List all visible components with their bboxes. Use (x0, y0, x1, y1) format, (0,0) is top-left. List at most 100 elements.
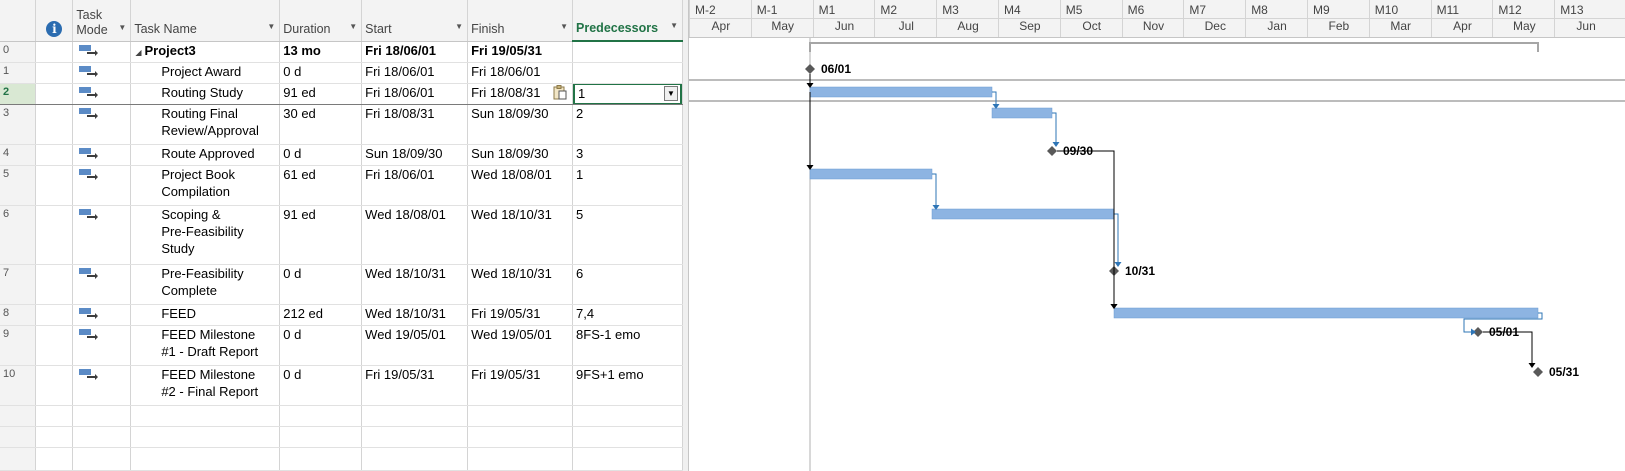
empty-cell[interactable] (467, 447, 574, 471)
row-number[interactable]: 6 (0, 205, 37, 265)
row-number[interactable]: 3 (0, 104, 37, 145)
chevron-down-icon[interactable]: ▼ (455, 18, 463, 35)
task-name-cell[interactable]: Pre-Feasibility Complete (130, 264, 281, 305)
row-number[interactable]: 4 (0, 144, 37, 166)
task-mode-cell[interactable] (72, 62, 132, 84)
predecessors-cell[interactable]: 1 (572, 165, 683, 206)
task-name-cell[interactable]: FEED Milestone #1 - Draft Report (130, 325, 281, 366)
row-number[interactable]: 5 (0, 165, 37, 206)
task-row[interactable]: 5 Project Book Compilation 61 ed Fri 18/06/… (0, 165, 683, 206)
empty-cell[interactable] (572, 405, 683, 427)
empty-cell[interactable] (130, 405, 281, 427)
predecessors-cell[interactable]: 7,4 (572, 304, 683, 326)
empty-cell[interactable] (361, 447, 469, 471)
finish-cell[interactable]: Sun 18/09/30 (467, 104, 574, 145)
predecessors-cell[interactable]: 2 (572, 104, 683, 145)
predecessors-cell[interactable]: 6 (572, 264, 683, 305)
finish-cell[interactable]: Wed 19/05/01 (467, 325, 574, 366)
empty-cell[interactable] (130, 447, 281, 471)
duration-cell[interactable]: 0 d (279, 325, 363, 366)
row-number[interactable]: 9 (0, 325, 37, 366)
task-mode-cell[interactable] (72, 365, 132, 406)
duration-cell[interactable]: 212 ed (279, 304, 363, 326)
collapse-triangle-icon[interactable]: ◢ (135, 48, 141, 57)
task-row[interactable]: 4 Route Approved 0 d Sun 18/09/30 Sun 18/09/… (0, 144, 683, 166)
finish-cell[interactable]: Sun 18/09/30 (467, 144, 574, 166)
task-row[interactable]: 10 FEED Milestone #2 - Final Report 0 d Fri… (0, 365, 683, 406)
task-name-cell[interactable]: Routing Final Review/Approval (130, 104, 281, 145)
empty-cell[interactable] (467, 405, 574, 427)
task-mode-cell[interactable] (72, 264, 132, 305)
start-cell[interactable]: Wed 18/10/31 (361, 264, 469, 305)
task-row[interactable]: 9 FEED Milestone #1 - Draft Report 0 d Wed … (0, 325, 683, 366)
task-name-header[interactable]: Task Name ▼ (130, 0, 281, 42)
row-number[interactable]: 10 (0, 365, 37, 406)
duration-cell[interactable]: 91 ed (279, 82, 363, 105)
task-mode-cell[interactable] (72, 205, 132, 265)
empty-cell[interactable] (72, 447, 132, 471)
task-name-cell[interactable]: Route Approved (130, 144, 281, 166)
row-number[interactable] (0, 426, 37, 448)
empty-cell[interactable] (572, 426, 683, 448)
paste-options-icon[interactable] (553, 84, 567, 100)
empty-cell[interactable] (35, 447, 74, 471)
empty-cell[interactable] (361, 405, 469, 427)
duration-cell[interactable]: 0 d (279, 62, 363, 84)
row-number[interactable]: 8 (0, 304, 37, 326)
task-mode-cell[interactable] (72, 304, 132, 326)
predecessors-cell[interactable] (572, 62, 683, 84)
row-number[interactable]: 2 (0, 82, 37, 105)
finish-cell[interactable]: Fri 19/05/31 (467, 41, 574, 63)
duration-cell[interactable]: 30 ed (279, 104, 363, 145)
task-row[interactable]: 1 Project Award 0 d Fri 18/06/01 Fri 18/06/0… (0, 62, 683, 84)
chevron-down-icon[interactable]: ▼ (267, 18, 275, 35)
row-number[interactable]: 1 (0, 62, 37, 84)
finish-cell[interactable]: Wed 18/08/01 (467, 165, 574, 206)
duration-cell[interactable]: 61 ed (279, 165, 363, 206)
empty-row[interactable] (0, 405, 683, 427)
duration-cell[interactable]: 91 ed (279, 205, 363, 265)
empty-row[interactable] (0, 447, 683, 471)
empty-cell[interactable] (361, 426, 469, 448)
duration-header[interactable]: Duration ▼ (279, 0, 363, 42)
start-header[interactable]: Start ▼ (361, 0, 469, 42)
select-all-corner[interactable] (0, 0, 37, 42)
task-mode-cell[interactable] (72, 41, 132, 63)
task-name-cell[interactable]: Routing Study (130, 82, 281, 105)
finish-cell[interactable]: Fri 19/05/31 (467, 304, 574, 326)
task-row[interactable]: 8 FEED 212 ed Wed 18/10/31 Fri 19/05/31 7,4 (0, 304, 683, 326)
empty-cell[interactable] (279, 447, 363, 471)
predecessors-cell[interactable] (572, 41, 683, 63)
task-row[interactable]: 6 Scoping & Pre-Feasibility Study 91 ed Wed… (0, 205, 683, 265)
start-cell[interactable]: Sun 18/09/30 (361, 144, 469, 166)
empty-cell[interactable] (72, 426, 132, 448)
task-name-cell[interactable]: ◢ Project3 (130, 41, 281, 63)
start-cell[interactable]: Fri 19/05/31 (361, 365, 469, 406)
task-name-cell[interactable]: FEED Milestone #2 - Final Report (130, 365, 281, 406)
finish-header[interactable]: Finish ▼ (467, 0, 574, 42)
duration-cell[interactable]: 13 mo (279, 41, 363, 63)
task-mode-cell[interactable] (72, 104, 132, 145)
task-row[interactable]: 2 Routing Study 91 ed Fri 18/06/01 Fri 18/08… (0, 82, 683, 105)
finish-cell[interactable]: Fri 18/06/01 (467, 62, 574, 84)
chevron-down-icon[interactable]: ▼ (670, 17, 678, 34)
task-mode-cell[interactable] (72, 325, 132, 366)
start-cell[interactable]: Fri 18/08/31 (361, 104, 469, 145)
task-name-cell[interactable]: Project Award (130, 62, 281, 84)
task-row[interactable]: 0 ◢ Project3 13 mo Fri 18/06/01 Fri 19/05/31 (0, 41, 683, 63)
start-cell[interactable]: Fri 18/06/01 (361, 41, 469, 63)
empty-cell[interactable] (72, 405, 132, 427)
start-cell[interactable]: Fri 18/06/01 (361, 62, 469, 84)
empty-cell[interactable] (130, 426, 281, 448)
empty-cell[interactable] (35, 426, 74, 448)
predecessors-header[interactable]: Predecessors ▼ (572, 0, 683, 42)
chevron-down-icon[interactable]: ▼ (349, 18, 357, 35)
finish-cell[interactable]: Wed 18/10/31 (467, 205, 574, 265)
predecessors-editor[interactable]: 1 ▼ (573, 84, 682, 103)
task-mode-cell[interactable] (72, 165, 132, 206)
task-mode-cell[interactable] (72, 82, 132, 105)
empty-cell[interactable] (572, 447, 683, 471)
empty-cell[interactable] (279, 426, 363, 448)
start-cell[interactable]: Wed 18/10/31 (361, 304, 469, 326)
task-name-cell[interactable]: Scoping & Pre-Feasibility Study (130, 205, 281, 265)
